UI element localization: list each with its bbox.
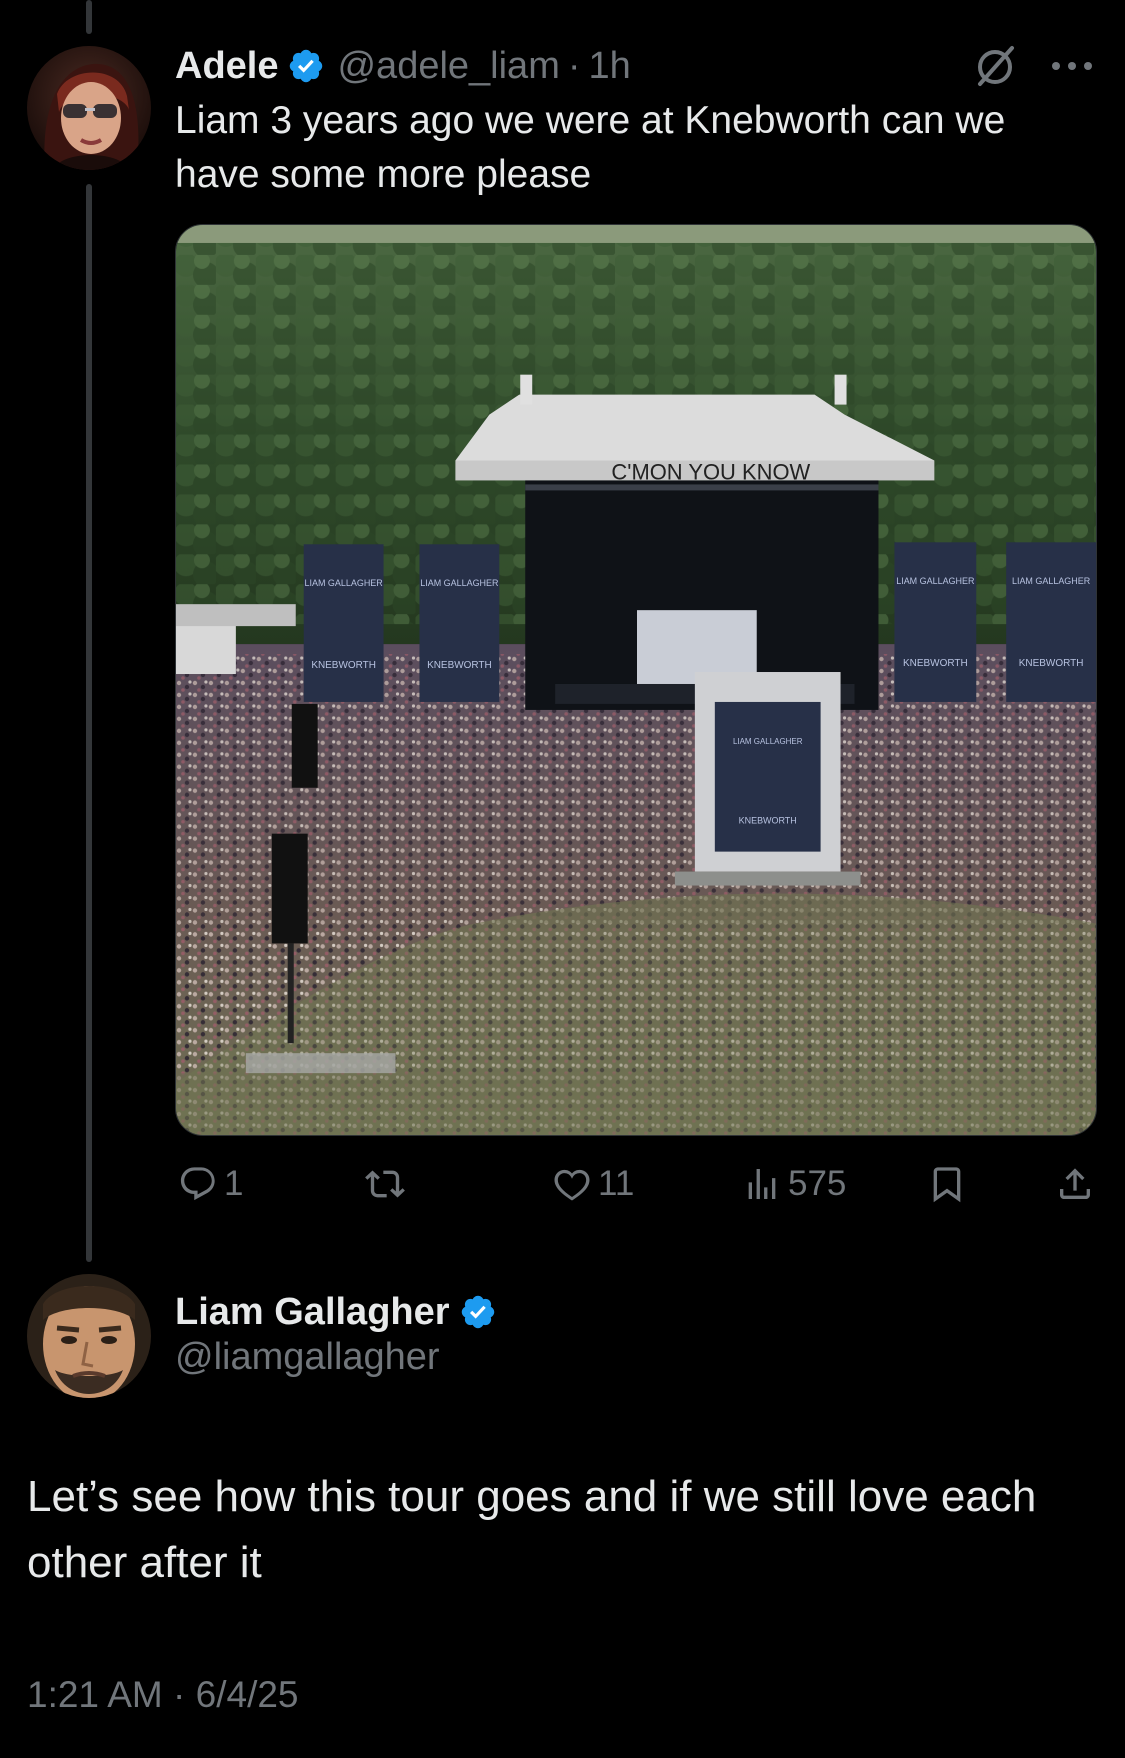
svg-text:LIAM GALLAGHER: LIAM GALLAGHER xyxy=(305,578,384,588)
parent-handle[interactable]: @adele_liam xyxy=(337,45,559,88)
reply-handle[interactable]: @liamgallagher xyxy=(175,1336,440,1379)
reply-count: 1 xyxy=(224,1164,244,1203)
svg-text:LIAM GALLAGHER: LIAM GALLAGHER xyxy=(733,737,803,746)
svg-text:KNEBWORTH: KNEBWORTH xyxy=(427,660,492,671)
like-count: 11 xyxy=(598,1164,635,1203)
reply-tweet-text: Let’s see how this tour goes and if we s… xyxy=(27,1472,1037,1587)
svg-text:KNEBWORTH: KNEBWORTH xyxy=(903,658,968,669)
parent-tweet-text: Liam 3 years ago we were at Knebworth ca… xyxy=(175,99,1006,196)
tweet-action-bar: 1 11 575 xyxy=(175,1158,1105,1210)
reply-timestamp[interactable]: 1:21 AM · 6/4/25 xyxy=(27,1674,299,1716)
svg-text:KNEBWORTH: KNEBWORTH xyxy=(739,816,797,826)
retweet-button[interactable] xyxy=(365,1158,411,1210)
svg-text:KNEBWORTH: KNEBWORTH xyxy=(1019,658,1084,669)
verified-badge-icon[interactable] xyxy=(287,47,325,85)
thread-line xyxy=(86,184,92,1262)
parent-tweet-header: Adele @adele_liam · 1h xyxy=(175,38,631,94)
avatar-liam-image xyxy=(27,1274,151,1398)
tweet-media-photo[interactable]: C'MON YOU KNOW LIAM GALLAGHER KNEBWORTH … xyxy=(175,224,1097,1136)
reply-display-name[interactable]: Liam Gallagher xyxy=(175,1291,450,1334)
avatar-adele[interactable] xyxy=(27,46,151,170)
more-options-icon[interactable] xyxy=(1048,54,1096,78)
separator-dot: · xyxy=(567,44,581,87)
grok-icon[interactable] xyxy=(972,44,1018,90)
parent-time-ago[interactable]: 1h xyxy=(589,45,631,88)
reply-icon xyxy=(180,1167,215,1201)
views-icon xyxy=(748,1169,776,1199)
parent-display-name[interactable]: Adele xyxy=(175,45,278,88)
svg-text:LIAM GALLAGHER: LIAM GALLAGHER xyxy=(896,576,975,586)
share-button[interactable] xyxy=(1055,1158,1095,1210)
share-icon xyxy=(1060,1168,1090,1199)
svg-text:LIAM GALLAGHER: LIAM GALLAGHER xyxy=(420,578,499,588)
svg-text:LIAM GALLAGHER: LIAM GALLAGHER xyxy=(1012,576,1091,586)
avatar-adele-image xyxy=(27,46,151,170)
thread-line-top xyxy=(86,0,92,34)
bookmark-button[interactable] xyxy=(927,1158,967,1210)
retweet-icon xyxy=(365,1170,405,1198)
like-button[interactable]: 11 xyxy=(552,1158,634,1210)
reply-button[interactable]: 1 xyxy=(178,1158,243,1210)
concert-photo: C'MON YOU KNOW LIAM GALLAGHER KNEBWORTH … xyxy=(176,225,1096,1135)
bookmark-icon xyxy=(933,1167,961,1203)
views-button[interactable]: 575 xyxy=(742,1158,846,1210)
views-count: 575 xyxy=(788,1164,847,1203)
verified-badge-icon[interactable] xyxy=(459,1293,497,1331)
avatar-liam-gallagher[interactable] xyxy=(27,1274,151,1398)
heart-icon xyxy=(554,1169,590,1201)
svg-text:KNEBWORTH: KNEBWORTH xyxy=(311,660,376,671)
reply-tweet-header: Liam Gallagher xyxy=(175,1284,497,1340)
